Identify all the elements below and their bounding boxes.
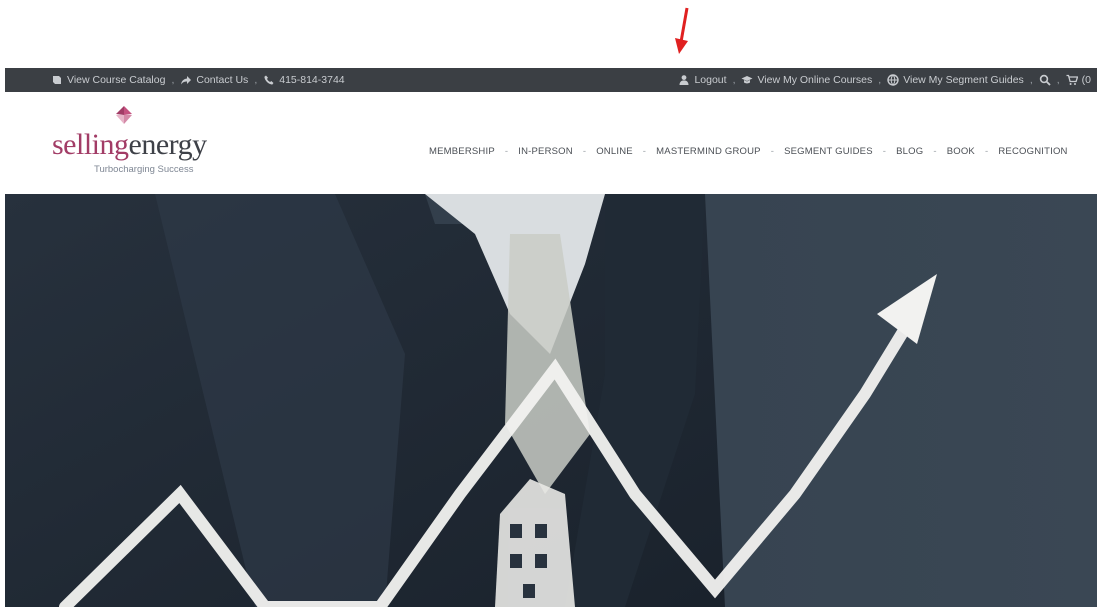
nav-separator: - <box>984 146 989 157</box>
site-header: sellingenergy Turbocharging Success MEMB… <box>5 92 1097 194</box>
logo-part-energy: energy <box>128 128 208 161</box>
annotation-arrow-icon <box>675 7 689 54</box>
search-button[interactable] <box>1039 74 1051 86</box>
diamond-logo-icon <box>116 106 132 124</box>
view-course-catalog-link[interactable]: View Course Catalog <box>51 74 165 86</box>
nav-item-membership[interactable]: MEMBERSHIP <box>429 146 495 157</box>
nav-item-recognition[interactable]: RECOGNITION <box>998 146 1067 157</box>
view-my-segment-guides-link[interactable]: View My Segment Guides <box>887 74 1024 86</box>
topbar-separator: , <box>171 74 175 86</box>
phone-link[interactable]: 415-814-3744 <box>263 74 345 86</box>
logo-tagline: Turbocharging Success <box>94 164 194 175</box>
contact-us-label: Contact Us <box>196 74 249 86</box>
nav-separator: - <box>642 146 647 157</box>
nav-separator: - <box>933 146 937 157</box>
nav-separator: - <box>882 146 887 157</box>
topbar-separator: , <box>254 74 258 86</box>
hero-image <box>5 194 1097 607</box>
nav-item-online[interactable]: ONLINE <box>596 146 633 157</box>
site-logo[interactable]: sellingenergy Turbocharging Success <box>52 106 252 186</box>
hero-banner <box>5 194 1097 607</box>
cart-button[interactable]: (0 <box>1066 74 1091 86</box>
logout-label: Logout <box>694 74 727 86</box>
phone-icon <box>263 74 275 86</box>
nav-item-mastermind-group[interactable]: MASTERMIND GROUP <box>656 146 761 157</box>
topbar-separator: , <box>878 74 882 86</box>
cart-icon <box>1066 74 1078 86</box>
nav-separator: - <box>582 146 587 157</box>
graduation-cap-icon <box>741 74 753 86</box>
view-my-online-courses-link[interactable]: View My Online Courses <box>741 74 872 86</box>
user-icon <box>678 74 690 86</box>
topbar-right-group: Logout , View My Online Courses , View M… <box>678 74 1091 86</box>
logo-wordmark: sellingenergy <box>52 128 207 162</box>
nav-item-blog[interactable]: BLOG <box>896 146 923 157</box>
share-arrow-icon <box>180 74 192 86</box>
cart-count: (0 <box>1081 74 1091 86</box>
book-icon <box>51 74 63 86</box>
nav-item-in-person[interactable]: IN-PERSON <box>518 146 573 157</box>
contact-us-link[interactable]: Contact Us <box>180 74 248 86</box>
nav-item-book[interactable]: BOOK <box>947 146 975 157</box>
view-my-segment-guides-label: View My Segment Guides <box>903 74 1024 86</box>
logout-link[interactable]: Logout <box>678 74 727 86</box>
topbar-separator: , <box>1056 74 1060 86</box>
view-course-catalog-label: View Course Catalog <box>67 74 166 86</box>
globe-icon <box>887 74 899 86</box>
topbar-separator: , <box>1029 74 1033 86</box>
nav-separator: - <box>770 146 775 157</box>
main-nav: MEMBERSHIP - IN-PERSON - ONLINE - MASTER… <box>429 146 1068 157</box>
topbar-left-group: View Course Catalog , Contact Us , 415-8… <box>51 74 345 86</box>
logo-part-selling: selling <box>52 128 129 161</box>
topbar-separator: , <box>732 74 736 86</box>
nav-separator: - <box>504 146 509 157</box>
phone-number: 415-814-3744 <box>279 74 345 86</box>
view-my-online-courses-label: View My Online Courses <box>757 74 873 86</box>
top-utility-bar: View Course Catalog , Contact Us , 415-8… <box>5 68 1097 92</box>
nav-item-segment-guides[interactable]: SEGMENT GUIDES <box>784 146 873 157</box>
search-icon <box>1039 74 1051 86</box>
